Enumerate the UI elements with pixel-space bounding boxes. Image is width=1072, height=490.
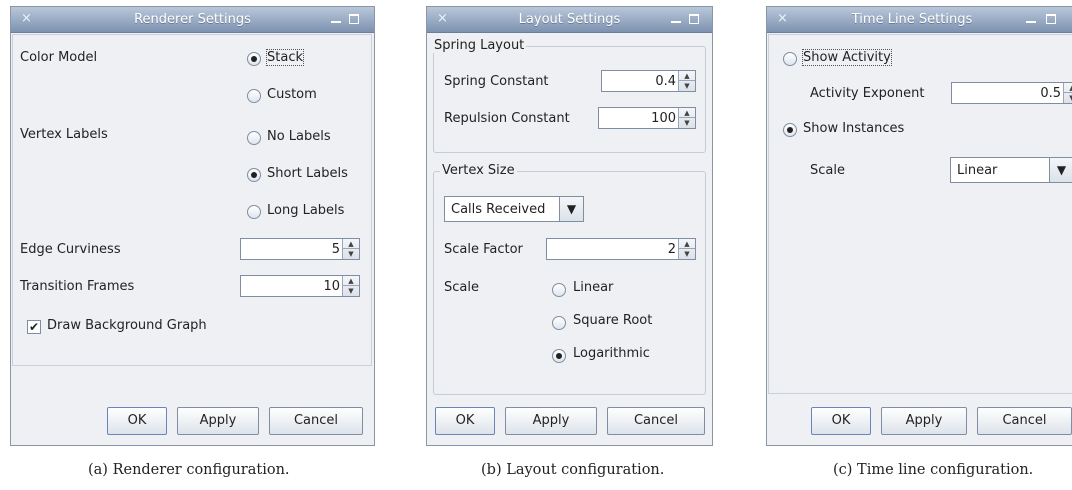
minimize-icon[interactable] (671, 9, 681, 27)
show-instances-label[interactable]: Show Instances (803, 121, 904, 136)
repulsion-constant-spinner[interactable]: 100 ▲ ▼ (598, 107, 696, 129)
maximize-icon[interactable] (349, 14, 359, 24)
radio-square-root-label[interactable]: Square Root (573, 313, 652, 328)
vertex-size-legend: Vertex Size (440, 163, 517, 178)
maximize-icon[interactable] (1046, 14, 1056, 24)
renderer-settings-dialog: × Renderer Settings Color Model Stack Cu… (10, 6, 375, 446)
scale-factor-label: Scale Factor (444, 242, 523, 257)
chevron-down-icon[interactable]: ▼ (1049, 158, 1072, 182)
spin-up-icon[interactable]: ▲ (679, 108, 695, 118)
timeline-settings-dialog: × Time Line Settings Show Activity Activ… (766, 6, 1072, 446)
spinner-value[interactable]: 10 (243, 279, 340, 294)
renderer-titlebar: × Renderer Settings (11, 7, 374, 33)
radio-short-labels-label[interactable]: Short Labels (267, 166, 348, 181)
activity-exponent-spinner[interactable]: 0.5 ▲ ▼ (951, 82, 1072, 104)
draw-background-checkbox[interactable]: ✔ (27, 320, 41, 334)
ok-button[interactable]: OK (107, 407, 167, 435)
color-model-label: Color Model (20, 50, 98, 65)
spin-down-icon[interactable]: ▼ (679, 81, 695, 91)
spin-up-icon[interactable]: ▲ (679, 239, 695, 249)
apply-button[interactable]: Apply (177, 407, 259, 435)
dialog-title: Renderer Settings (134, 12, 251, 27)
radio-long-labels[interactable] (247, 205, 261, 219)
radio-custom-label[interactable]: Custom (267, 87, 317, 102)
apply-button[interactable]: Apply (505, 407, 597, 435)
spinner-value[interactable]: 5 (243, 242, 340, 257)
ok-button[interactable]: OK (435, 407, 495, 435)
spring-layout-legend: Spring Layout (432, 38, 527, 53)
renderer-content-panel (12, 34, 372, 366)
cancel-button[interactable]: Cancel (607, 407, 705, 435)
combo-value[interactable]: Linear (957, 163, 997, 178)
radio-stack[interactable] (247, 52, 261, 66)
spinner-value[interactable]: 100 (601, 111, 676, 126)
radio-no-labels[interactable] (247, 131, 261, 145)
spin-down-icon[interactable]: ▼ (343, 249, 359, 259)
chevron-down-icon[interactable]: ▼ (559, 197, 583, 221)
radio-short-labels[interactable] (247, 168, 261, 182)
spin-up-icon[interactable]: ▲ (343, 239, 359, 249)
spin-down-icon[interactable]: ▼ (1064, 93, 1072, 103)
radio-custom[interactable] (247, 89, 261, 103)
spinner-value[interactable]: 0.5 (954, 86, 1061, 101)
spin-up-icon[interactable]: ▲ (679, 71, 695, 81)
radio-linear-label[interactable]: Linear (573, 280, 613, 295)
spinner-buttons: ▲ ▼ (678, 239, 695, 259)
vertex-size-combo[interactable]: Calls Received ▼ (444, 196, 584, 222)
spinner-buttons: ▲ ▼ (342, 276, 359, 296)
spinner-buttons: ▲ ▼ (678, 71, 695, 91)
activity-exponent-label: Activity Exponent (810, 86, 925, 101)
radio-logarithmic[interactable] (552, 349, 566, 363)
spin-down-icon[interactable]: ▼ (679, 118, 695, 128)
spring-constant-spinner[interactable]: 0.4 ▲ ▼ (601, 70, 696, 92)
maximize-icon[interactable] (689, 14, 699, 24)
dialog-title: Time Line Settings (851, 12, 973, 27)
show-activity-label[interactable]: Show Activity (802, 49, 892, 66)
spinner-buttons: ▲ ▼ (342, 239, 359, 259)
layout-titlebar: × Layout Settings (427, 7, 712, 33)
radio-show-activity[interactable] (783, 52, 797, 66)
transition-frames-spinner[interactable]: 10 ▲ ▼ (240, 275, 360, 297)
minimize-icon[interactable] (1026, 9, 1036, 27)
ok-button[interactable]: OK (811, 407, 871, 435)
repulsion-constant-label: Repulsion Constant (444, 111, 570, 126)
radio-long-labels-label[interactable]: Long Labels (267, 203, 344, 218)
edge-curviness-label: Edge Curviness (20, 242, 121, 257)
radio-logarithmic-label[interactable]: Logarithmic (573, 346, 650, 361)
caption-b: (b) Layout configuration. (481, 462, 665, 478)
transition-frames-label: Transition Frames (20, 279, 135, 294)
spinner-buttons: ▲ ▼ (678, 108, 695, 128)
minimize-icon[interactable] (331, 9, 341, 27)
apply-button[interactable]: Apply (881, 407, 967, 435)
cancel-button[interactable]: Cancel (977, 407, 1072, 435)
radio-stack-label[interactable]: Stack (266, 49, 304, 66)
draw-background-label[interactable]: Draw Background Graph (47, 318, 207, 333)
scale-factor-spinner[interactable]: 2 ▲ ▼ (546, 238, 696, 260)
spin-up-icon[interactable]: ▲ (343, 276, 359, 286)
spring-constant-label: Spring Constant (444, 74, 549, 89)
spinner-value[interactable]: 2 (549, 242, 676, 257)
spring-layout-group: Spring Layout (432, 38, 706, 153)
spinner-buttons: ▲ ▼ (1063, 83, 1072, 103)
caption-c: (c) Time line configuration. (833, 462, 1034, 478)
scale-combo[interactable]: Linear ▼ (950, 157, 1072, 183)
layout-settings-dialog: × Layout Settings Spring Layout Spring C… (426, 6, 713, 446)
radio-linear[interactable] (552, 283, 566, 297)
radio-show-instances[interactable] (783, 123, 797, 137)
radio-no-labels-label[interactable]: No Labels (267, 129, 331, 144)
spin-down-icon[interactable]: ▼ (679, 249, 695, 259)
caption-a: (a) Renderer configuration. (88, 462, 290, 478)
cancel-button[interactable]: Cancel (269, 407, 363, 435)
edge-curviness-spinner[interactable]: 5 ▲ ▼ (240, 238, 360, 260)
spin-up-icon[interactable]: ▲ (1064, 83, 1072, 93)
vertex-labels-label: Vertex Labels (20, 127, 108, 142)
spin-down-icon[interactable]: ▼ (343, 286, 359, 296)
radio-square-root[interactable] (552, 316, 566, 330)
scale-label: Scale (810, 163, 845, 178)
combo-value[interactable]: Calls Received (451, 202, 545, 217)
timeline-titlebar: × Time Line Settings (767, 7, 1072, 33)
spinner-value[interactable]: 0.4 (604, 74, 676, 89)
scale-label: Scale (444, 280, 479, 295)
dialog-title: Layout Settings (518, 12, 621, 27)
